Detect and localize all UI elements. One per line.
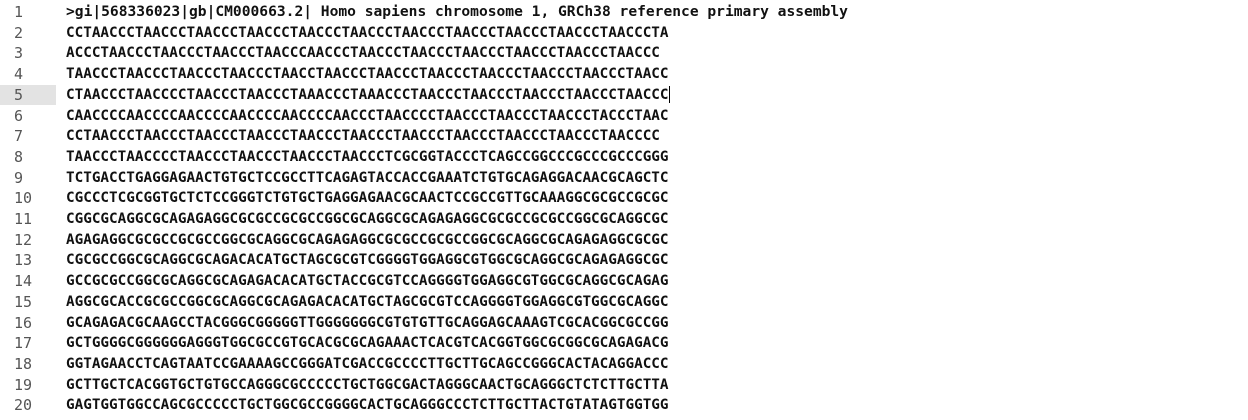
sequence-line[interactable]: CCTAACCCTAACCCTAACCCTAACCCTAACCCTAACCCTA…: [66, 126, 660, 146]
editor-line[interactable]: 12 AGAGAGGCGCGCCGCGCCGGCGCAGGCGCAGAGAGGC…: [0, 230, 1248, 250]
line-number: 8: [14, 147, 24, 166]
editor-line[interactable]: 16 GCAGAGACGCAAGCCTACGGGCGGGGGTTGGGGGGGC…: [0, 313, 1248, 333]
line-number: 15: [14, 292, 33, 311]
sequence-text: CTAACCCTAACCCCTAACCCTAACCCTAAACCCTAAACCC…: [66, 86, 669, 103]
line-number: 4: [14, 65, 24, 84]
line-number: 20: [14, 396, 33, 415]
sequence-line[interactable]: CGGCGCAGGCGCAGAGAGGCGCGCCGCGCCGGCGCAGGCG…: [66, 209, 669, 229]
editor-line[interactable]: 7 CCTAACCCTAACCCTAACCCTAACCCTAACCCTAACCC…: [0, 126, 1248, 146]
editor-line-current[interactable]: 5 CTAACCCTAACCCCTAACCCTAACCCTAAACCCTAAAC…: [0, 84, 1248, 105]
editor-line[interactable]: 15 AGGCGCACCGCGCCGGCGCAGGCGCAGAGACACATGC…: [0, 292, 1248, 312]
editor-line[interactable]: 19 GCTTGCTCACGGTGCTGTGCCAGGGCGCCCCCTGCTG…: [0, 375, 1248, 395]
sequence-line[interactable]: CAACCCCAACCCCAACCCCAACCCCAACCCCAACCCTAAC…: [66, 106, 669, 126]
sequence-line[interactable]: AGGCGCACCGCGCCGGCGCAGGCGCAGAGACACATGCTAG…: [66, 292, 669, 312]
editor-line[interactable]: 13 CGCGCCGGCGCAGGCGCAGACACATGCTAGCGCGTCG…: [0, 250, 1248, 270]
sequence-line[interactable]: GCCGCGCCGGCGCAGGCGCAGAGACACATGCTACCGCGTC…: [66, 271, 669, 291]
editor-line[interactable]: 18 GGTAGAACCTCAGTAATCCGAAAAGCCGGGATCGACC…: [0, 354, 1248, 374]
sequence-line[interactable]: GAGTGGTGGCCAGCGCCCCCTGCTGGCGCCGGGGCACTGC…: [66, 395, 669, 415]
editor-line[interactable]: 3 ACCCTAACCCTAACCCTAACCCTAACCCAACCCTAACC…: [0, 43, 1248, 63]
editor-line[interactable]: 9 TCTGACCTGAGGAGAACTGTGCTCCGCCTTCAGAGTAC…: [0, 168, 1248, 188]
editor-line[interactable]: 1 >gi|568336023|gb|CM000663.2| Homo sapi…: [0, 2, 1248, 22]
line-number: 3: [14, 44, 24, 63]
sequence-line[interactable]: CGCGCCGGCGCAGGCGCAGACACATGCTAGCGCGTCGGGG…: [66, 250, 669, 270]
sequence-line[interactable]: TAACCCTAACCCCTAACCCTAACCCTAACCCTAACCCTCG…: [66, 147, 669, 167]
sequence-line[interactable]: GCTGGGGCGGGGGGAGGGTGGCGCCGTGCACGCGCAGAAA…: [66, 333, 669, 353]
editor-line[interactable]: 8 TAACCCTAACCCCTAACCCTAACCCTAACCCTAACCCT…: [0, 147, 1248, 167]
line-number: 10: [14, 189, 33, 208]
line-number: 11: [14, 210, 33, 228]
editor-line[interactable]: 20 GAGTGGTGGCCAGCGCCCCCTGCTGGCGCCGGGGCAC…: [0, 395, 1248, 415]
editor-line[interactable]: 6 CAACCCCAACCCCAACCCCAACCCCAACCCCAACCCTA…: [0, 106, 1248, 126]
line-number: 5: [14, 85, 24, 104]
sequence-line[interactable]: GCAGAGACGCAAGCCTACGGGCGGGGGTTGGGGGGGCGTG…: [66, 313, 669, 333]
line-number: 14: [14, 272, 33, 291]
sequence-line[interactable]: ACCCTAACCCTAACCCTAACCCTAACCCAACCCTAACCCT…: [66, 43, 660, 63]
sequence-line[interactable]: AGAGAGGCGCGCCGCGCCGGCGCAGGCGCAGAGAGGCGCG…: [66, 230, 669, 250]
sequence-line[interactable]: TCTGACCTGAGGAGAACTGTGCTCCGCCTTCAGAGTACCA…: [66, 168, 669, 188]
sequence-line[interactable]: GCTTGCTCACGGTGCTGTGCCAGGGCGCCCCCTGCTGGCG…: [66, 375, 669, 395]
text-cursor: [668, 86, 670, 104]
line-number: 18: [14, 354, 33, 373]
line-number: 19: [14, 375, 33, 394]
line-number: 12: [14, 230, 33, 249]
line-number: 7: [14, 127, 24, 146]
line-number: 16: [14, 313, 33, 332]
editor-line[interactable]: 14 GCCGCGCCGGCGCAGGCGCAGAGACACATGCTACCGC…: [0, 271, 1248, 291]
line-number: 2: [14, 23, 24, 42]
line-number: 1: [14, 3, 24, 21]
line-number: 17: [14, 334, 33, 353]
fasta-header-line[interactable]: >gi|568336023|gb|CM000663.2| Homo sapien…: [66, 2, 848, 22]
editor-line[interactable]: 17 GCTGGGGCGGGGGGAGGGTGGCGCCGTGCACGCGCAG…: [0, 333, 1248, 353]
line-number: 6: [14, 106, 24, 125]
editor-line[interactable]: 2 CCTAACCCTAACCCTAACCCTAACCCTAACCCTAACCC…: [0, 23, 1248, 43]
sequence-line[interactable]: TAACCCTAACCCTAACCCTAACCCTAACCTAACCCTAACC…: [66, 64, 669, 84]
line-number: 9: [14, 168, 24, 187]
editor-line[interactable]: 4 TAACCCTAACCCTAACCCTAACCCTAACCTAACCCTAA…: [0, 64, 1248, 84]
editor-line[interactable]: 11 CGGCGCAGGCGCAGAGAGGCGCGCCGCGCCGGCGCAG…: [0, 209, 1248, 229]
sequence-line[interactable]: GGTAGAACCTCAGTAATCCGAAAAGCCGGGATCGACCGCC…: [66, 354, 669, 374]
sequence-line[interactable]: CTAACCCTAACCCCTAACCCTAACCCTAAACCCTAAACCC…: [66, 85, 670, 105]
sequence-line[interactable]: CGCCCTCGCGGTGCTCTCCGGGTCTGTGCTGAGGAGAACG…: [66, 188, 669, 208]
text-editor[interactable]: 1 >gi|568336023|gb|CM000663.2| Homo sapi…: [0, 0, 1248, 420]
line-number: 13: [14, 251, 33, 270]
editor-line[interactable]: 10 CGCCCTCGCGGTGCTCTCCGGGTCTGTGCTGAGGAGA…: [0, 188, 1248, 208]
sequence-line[interactable]: CCTAACCCTAACCCTAACCCTAACCCTAACCCTAACCCTA…: [66, 23, 669, 43]
